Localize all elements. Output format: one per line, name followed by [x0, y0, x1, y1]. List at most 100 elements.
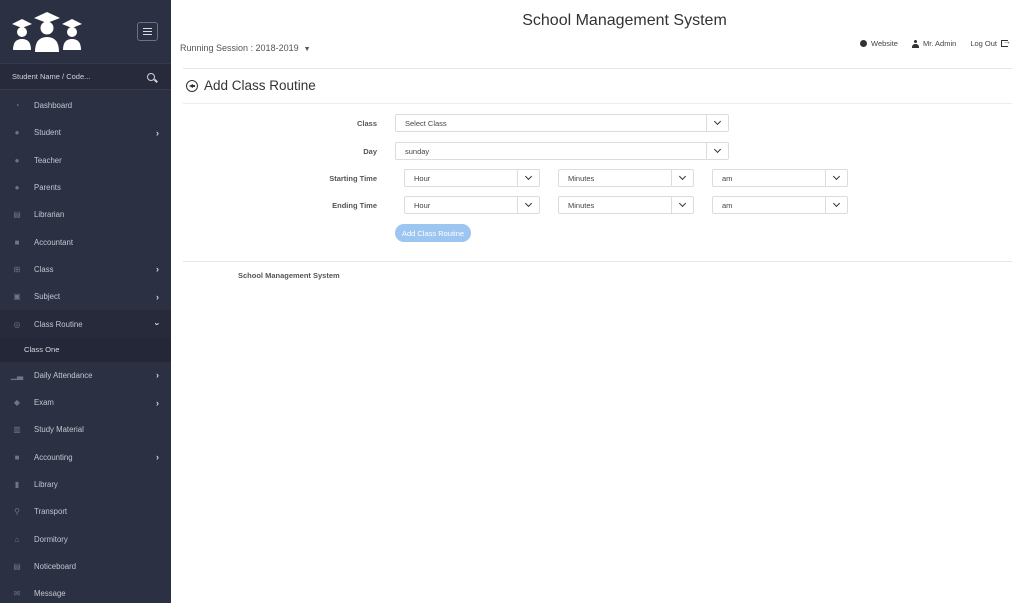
sidebar-item-label: Librarian [34, 210, 65, 220]
start-minutes-toggle[interactable] [671, 170, 693, 186]
sidebar-item-label: Exam [34, 398, 54, 408]
website-link[interactable]: Website [860, 39, 898, 48]
sidebar-item-dashboard[interactable]: ◔ Dashboard [0, 92, 171, 119]
sidebar-item-study-material[interactable]: ▥ Study Material [0, 416, 171, 443]
user-menu-link[interactable]: Mr. Admin [911, 39, 956, 48]
sidebar-item-label: Class [34, 264, 54, 274]
noticeboard-icon: ▤ [13, 561, 21, 571]
sidebar-item-accountant[interactable]: ■ Accountant [0, 228, 171, 255]
sidebar-item-label: Class Routine [34, 319, 83, 329]
end-hour-toggle[interactable] [517, 197, 539, 213]
sidebar-item-dormitory[interactable]: ⌂ Dormitory [0, 525, 171, 552]
sidebar-item-class-routine[interactable]: ◎ Class Routine › [0, 310, 171, 338]
sidebar-item-label: Parents [34, 183, 61, 193]
start-minutes-select[interactable]: Minutes [558, 169, 694, 187]
user-icon [911, 39, 919, 48]
end-minutes-select[interactable]: Minutes [558, 196, 694, 214]
end-ampm-value: am [722, 200, 733, 210]
sidebar-item-label: Library [34, 480, 58, 489]
sidebar-item-label: Study Material [34, 425, 84, 435]
sidebar-item-parents[interactable]: ● Parents [0, 174, 171, 201]
chevron-right-icon: › [156, 127, 159, 138]
start-ampm-toggle[interactable] [825, 170, 847, 186]
add-class-routine-button[interactable]: Add Class Routine [395, 224, 471, 242]
page-header: Add Class Routine [186, 78, 316, 93]
day-select[interactable]: sunday [395, 142, 729, 160]
session-label: Running Session : 2018-2019 [180, 43, 299, 53]
top-links: Website Mr. Admin Log Out [860, 37, 1011, 48]
hamburger-icon [143, 28, 152, 35]
sidebar-item-label: Transport [34, 507, 68, 517]
class-select-value: Select Class [405, 118, 447, 128]
sidebar-item-student[interactable]: ● Student › [0, 119, 171, 146]
page-title: Add Class Routine [204, 78, 316, 93]
menu-toggle-button[interactable] [137, 22, 158, 41]
sidebar-item-daily-attendance[interactable]: ▁▃ Daily Attendance › [0, 362, 171, 389]
chevron-down-icon [832, 199, 841, 208]
user-icon: ● [14, 183, 20, 193]
sidebar-item-transport[interactable]: ⚲ Transport [0, 498, 171, 525]
circle-arrow-left-icon [186, 79, 198, 92]
logout-icon [1001, 37, 1011, 47]
chevron-down-icon [832, 172, 841, 181]
sidebar-item-label: Accountant [34, 237, 74, 247]
sidebar-item-class[interactable]: ⊞ Class › [0, 256, 171, 283]
start-hour-select[interactable]: Hour [404, 169, 540, 187]
sidebar-item-librarian[interactable]: ▤ Librarian [0, 201, 171, 228]
chevron-down-icon [524, 199, 533, 208]
end-minutes-toggle[interactable] [671, 197, 693, 213]
search-placeholder: Student Name / Code... [12, 72, 91, 81]
chevron-down-icon [713, 117, 722, 126]
day-select-value: sunday [405, 146, 430, 156]
sidebar-item-label: Accounting [34, 452, 73, 462]
logo-area [0, 0, 171, 63]
end-ampm-select[interactable]: am [712, 196, 848, 214]
sidebar-item-label: Daily Attendance [34, 370, 93, 380]
sidebar-item-label: Noticeboard [34, 561, 77, 571]
sidebar-item-exam[interactable]: ◆ Exam › [0, 389, 171, 416]
header-divider [183, 68, 1012, 69]
footer-text: School Management System [238, 271, 340, 280]
home-icon: ⌂ [14, 534, 20, 544]
sidebar-item-accounting[interactable]: ■ Accounting › [0, 444, 171, 471]
end-hour-value: Hour [414, 200, 431, 210]
class-select-toggle[interactable] [706, 115, 728, 131]
day-select-toggle[interactable] [706, 143, 728, 159]
sidebar-item-noticeboard[interactable]: ▤ Noticeboard [0, 553, 171, 580]
chevron-down-icon: › [152, 322, 163, 326]
start-ampm-select[interactable]: am [712, 169, 848, 187]
users-icon: ● [14, 128, 20, 138]
chart-icon: ▁▃ [10, 370, 24, 380]
dashboard-icon: ◔ [14, 101, 20, 111]
school-logo-icon[interactable] [10, 12, 84, 52]
sidebar-item-teacher[interactable]: ● Teacher [0, 147, 171, 174]
start-hour-value: Hour [414, 173, 431, 183]
student-search-input[interactable]: Student Name / Code... [0, 63, 171, 90]
sidebar-nav: ◔ Dashboard ● Student › ● Teacher ● Pare… [0, 92, 171, 607]
end-ampm-toggle[interactable] [825, 197, 847, 213]
sidebar-subitem-class-one[interactable]: Class One [0, 337, 171, 362]
chevron-right-icon: › [156, 452, 159, 463]
sidebar-item-label: Teacher [34, 155, 62, 165]
briefcase-icon: ■ [14, 237, 20, 247]
logout-link[interactable]: Log Out [970, 37, 1011, 48]
class-label: Class [356, 119, 377, 128]
search-icon[interactable] [147, 72, 155, 81]
chevron-right-icon: › [156, 397, 159, 408]
end-hour-select[interactable]: Hour [404, 196, 540, 214]
class-select[interactable]: Select Class [395, 114, 729, 132]
website-link-label: Website [871, 39, 898, 48]
book-icon: ▤ [13, 210, 21, 220]
chevron-down-icon [524, 172, 533, 181]
sidebar-item-label: Subject [34, 292, 61, 302]
sidebar-item-label: Student [34, 128, 61, 138]
map-marker-icon: ⚲ [14, 507, 20, 517]
start-hour-toggle[interactable] [517, 170, 539, 186]
sidebar-item-library[interactable]: ▮ Library [0, 471, 171, 498]
footer-divider [183, 261, 1012, 262]
chevron-down-icon [713, 145, 722, 154]
subject-icon: ▣ [13, 292, 21, 302]
session-selector[interactable]: Running Session : 2018-2019 ▼ [180, 43, 311, 53]
sidebar-item-subject[interactable]: ▣ Subject › [0, 283, 171, 310]
chevron-down-icon [678, 172, 687, 181]
